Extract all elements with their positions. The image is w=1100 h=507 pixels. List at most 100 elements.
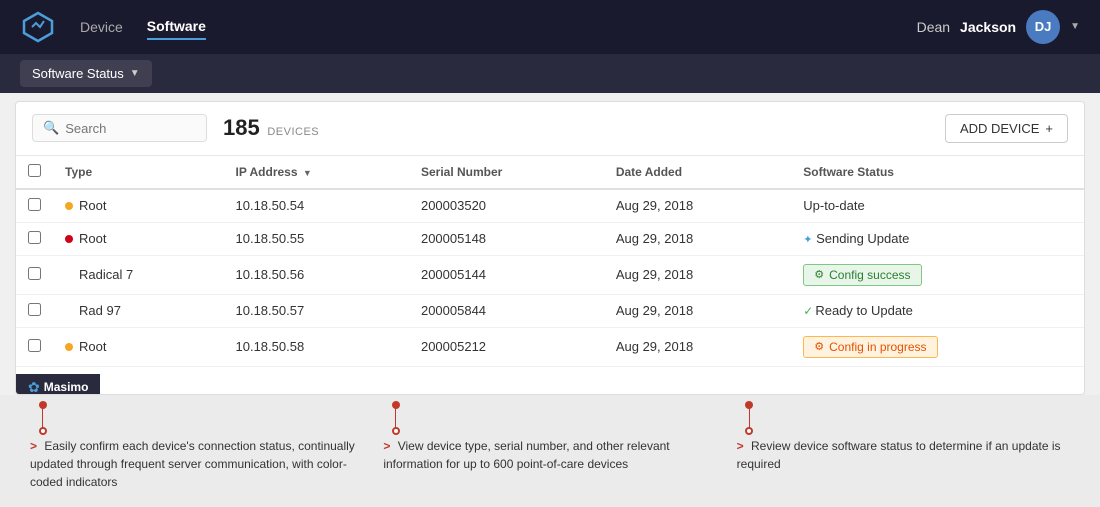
cell-type: Rad 97 (53, 294, 224, 327)
device-table: Type IP Address ▼ Serial Number Date Add… (16, 156, 1084, 374)
nav-software[interactable]: Software (147, 14, 206, 40)
annotation-col-2: > View device type, serial number, and o… (383, 405, 716, 491)
ann-line-2 (383, 405, 716, 431)
status-badge-orange: ⚙Config in progress (803, 336, 937, 358)
cell-type: Radical 7 (53, 255, 224, 294)
table-row[interactable]: Root10.18.50.59200003544Aug 29, 2018Need… (16, 366, 1084, 374)
cell-serial: 200003520 (409, 189, 604, 223)
gear-icon-orange: ⚙ (814, 340, 824, 353)
device-count-wrapper: 185 DEVICES (223, 115, 319, 141)
logo-icon (20, 9, 56, 45)
col-checkbox[interactable] (16, 156, 53, 189)
top-nav: Device Software Dean Jackson DJ ▼ (0, 0, 1100, 54)
sort-arrow: ▼ (303, 168, 312, 178)
connection-dot (65, 271, 73, 279)
connection-dot (65, 202, 73, 210)
annotation-text-2: > View device type, serial number, and o… (383, 431, 716, 473)
row-checkbox-3[interactable] (28, 303, 41, 316)
cell-date: Aug 29, 2018 (604, 327, 791, 366)
connection-dot (65, 235, 73, 243)
row-checkbox-4[interactable] (28, 339, 41, 352)
cell-type: Root (53, 327, 224, 366)
table-header-row: Type IP Address ▼ Serial Number Date Add… (16, 156, 1084, 189)
connection-dot (65, 343, 73, 351)
app-container: Device Software Dean Jackson DJ ▼ Softwa… (0, 0, 1100, 507)
ann-line-3 (737, 405, 1070, 431)
bottom-logo-bar: ✿ Masimo (16, 374, 100, 395)
cell-ip: 10.18.50.54 (224, 189, 409, 223)
sub-nav-arrow: ▼ (130, 68, 140, 79)
gear-icon: ⚙ (814, 268, 824, 281)
cell-date: Aug 29, 2018 (604, 189, 791, 223)
software-status-dropdown[interactable]: Software Status ▼ (20, 60, 152, 87)
masimo-logo-icon: ✿ (28, 379, 40, 395)
toolbar: 🔍 185 DEVICES ADD DEVICE + (16, 102, 1084, 156)
user-avatar[interactable]: DJ (1026, 10, 1060, 44)
search-box[interactable]: 🔍 (32, 114, 207, 142)
connection-dot (65, 307, 73, 315)
search-input[interactable] (65, 121, 195, 136)
cell-serial: 200005844 (409, 294, 604, 327)
cell-type: Root (53, 222, 224, 255)
status-badge-green: ⚙Config success (803, 264, 921, 286)
annotation-col-1: > Easily confirm each device's connectio… (30, 405, 363, 491)
cell-serial: 200005144 (409, 255, 604, 294)
annotation-col-3: > Review device software status to deter… (737, 405, 1070, 491)
select-all-checkbox[interactable] (28, 164, 41, 177)
add-device-button[interactable]: ADD DEVICE + (945, 114, 1068, 143)
annotation-arrow-1: > (30, 439, 37, 453)
device-count-label: DEVICES (267, 126, 319, 138)
table-row[interactable]: Root10.18.50.55200005148Aug 29, 2018✦ Se… (16, 222, 1084, 255)
cell-status: ⚙Config in progress (791, 327, 1084, 366)
cell-ip: 10.18.50.59 (224, 366, 409, 374)
annotation-arrow-2: > (383, 439, 390, 453)
annotation-text-1: > Easily confirm each device's connectio… (30, 431, 363, 491)
cell-serial: 200003544 (409, 366, 604, 374)
sub-nav: Software Status ▼ (0, 54, 1100, 93)
device-count: 185 (223, 115, 260, 140)
nav-device[interactable]: Device (80, 15, 123, 39)
table-row[interactable]: Root10.18.50.58200005212Aug 29, 2018⚙Con… (16, 327, 1084, 366)
toolbar-left: 🔍 185 DEVICES (32, 114, 319, 142)
ann-line-1 (30, 405, 363, 431)
cell-type: Root (53, 189, 224, 223)
check-icon: ✓ (803, 304, 813, 318)
cell-status: ✓Ready to Update (791, 294, 1084, 327)
nav-right: Dean Jackson DJ ▼ (917, 10, 1080, 44)
cell-type: Root (53, 366, 224, 374)
nav-left: Device Software (20, 9, 206, 45)
add-icon: + (1045, 121, 1053, 136)
cell-status: Up-to-date (791, 189, 1084, 223)
user-first-name: Dean (917, 19, 950, 35)
cell-status: ⚙Config success (791, 255, 1084, 294)
row-checkbox-0[interactable] (28, 198, 41, 211)
col-serial: Serial Number (409, 156, 604, 189)
cell-date: Aug 29, 2018 (604, 294, 791, 327)
cell-status: Need Update (791, 366, 1084, 374)
sending-icon: ✦ (803, 234, 812, 246)
annotation-row: > Easily confirm each device's connectio… (30, 405, 1070, 491)
table-scroll-wrapper[interactable]: Type IP Address ▼ Serial Number Date Add… (16, 156, 1084, 374)
main-panel: 🔍 185 DEVICES ADD DEVICE + (15, 101, 1085, 395)
table-row[interactable]: Radical 710.18.50.56200005144Aug 29, 201… (16, 255, 1084, 294)
cell-ip: 10.18.50.58 (224, 327, 409, 366)
cell-ip: 10.18.50.55 (224, 222, 409, 255)
sub-nav-label: Software Status (32, 66, 124, 81)
col-ip[interactable]: IP Address ▼ (224, 156, 409, 189)
col-type: Type (53, 156, 224, 189)
masimo-logo-text: Masimo (44, 380, 89, 394)
search-icon: 🔍 (43, 120, 59, 136)
cell-date: Aug 29, 2018 (604, 255, 791, 294)
table-row[interactable]: Root10.18.50.54200003520Aug 29, 2018Up-t… (16, 189, 1084, 223)
col-status: Software Status (791, 156, 1084, 189)
row-checkbox-2[interactable] (28, 267, 41, 280)
table-row[interactable]: Rad 9710.18.50.57200005844Aug 29, 2018✓R… (16, 294, 1084, 327)
row-checkbox-1[interactable] (28, 231, 41, 244)
cell-date: Aug 29, 2018 (604, 222, 791, 255)
cell-date: Aug 29, 2018 (604, 366, 791, 374)
add-device-label: ADD DEVICE (960, 121, 1039, 136)
cell-ip: 10.18.50.57 (224, 294, 409, 327)
user-last-name: Jackson (960, 19, 1016, 35)
user-menu-arrow[interactable]: ▼ (1070, 21, 1080, 32)
cell-status: ✦ Sending Update (791, 222, 1084, 255)
